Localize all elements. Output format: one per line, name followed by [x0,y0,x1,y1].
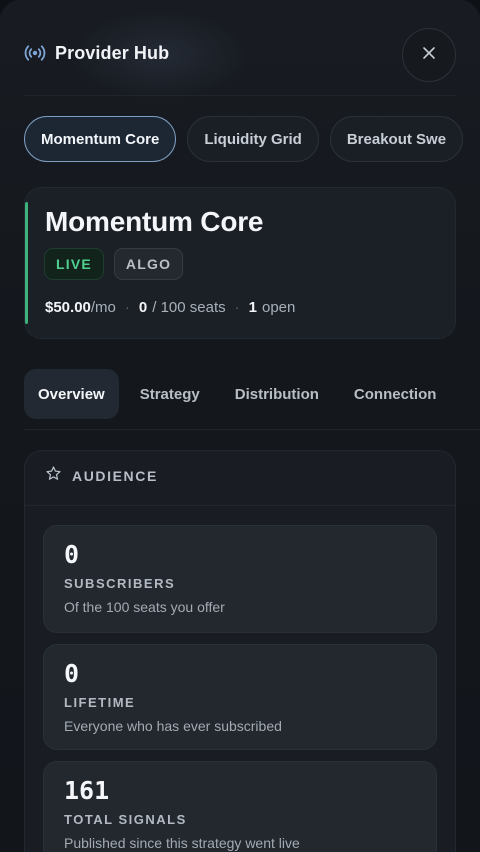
tab-overview[interactable]: Overview [24,369,119,419]
open-label: open [261,299,296,316]
stat-name: SUBSCRIBERS [64,576,176,591]
provider-pill-row: Momentum Core Liquidity Grid Breakout Sw… [24,116,480,162]
broadcast-signal-icon [24,42,46,64]
close-icon [422,46,436,65]
page-title: Provider Hub [55,42,170,63]
stat-description: Everyone who has ever subscribed [64,718,282,734]
tab-bar: Overview Strategy Distribution Connectio… [24,360,480,430]
stat-value: 0 [64,659,80,688]
provider-summary-card: Momentum Core LIVE ALGO $50.00 /mo · 0 /… [24,187,456,339]
stat-description: Of the 100 seats you offer [64,599,225,615]
price-unit: /mo [90,299,116,316]
stat-value: 0 [64,540,80,569]
audience-header: AUDIENCE [45,466,158,486]
section-divider [25,505,455,506]
provider-pill-liquidity-grid[interactable]: Liquidity Grid [187,116,319,162]
provider-badges: LIVE ALGO [44,248,184,280]
stat-name: TOTAL SIGNALS [64,812,187,827]
stat-card-subscribers: 0 SUBSCRIBERS Of the 100 seats you offer [43,525,437,633]
seats-total: / 100 seats [152,299,226,316]
stat-name: LIFETIME [64,695,136,710]
provider-pill-breakout[interactable]: Breakout Swe [329,116,464,162]
provider-stats-line: $50.00 /mo · 0 / 100 seats · 1 open [45,299,295,316]
header-divider [24,95,456,96]
price-value: $50.00 [45,299,91,316]
provider-hub-sheet: Provider Hub Momentum Core Liquidity Gri… [0,0,480,852]
star-icon [45,465,62,487]
tab-distribution[interactable]: Distribution [221,369,333,419]
status-badge: LIVE [44,248,104,280]
audience-section: AUDIENCE 0 SUBSCRIBERS Of the 100 seats … [24,450,456,852]
header: Provider Hub [24,28,456,82]
separator-dot: · [234,299,240,316]
stat-value: 161 [64,776,110,805]
type-badge: ALGO [113,248,184,280]
seats-used: 0 [138,299,148,316]
close-button[interactable] [402,28,456,82]
stat-card-total-signals: 161 TOTAL SIGNALS Published since this s… [43,761,437,852]
open-count: 1 [248,299,257,316]
stat-description: Published since this strategy went live [64,835,300,851]
provider-pill-momentum-core[interactable]: Momentum Core [24,116,177,162]
section-title: AUDIENCE [72,468,158,484]
tab-connection[interactable]: Connection [340,369,451,419]
separator-dot: · [124,299,130,316]
tab-strategy[interactable]: Strategy [126,369,214,419]
stat-card-lifetime: 0 LIFETIME Everyone who has ever subscri… [43,644,437,750]
provider-name: Momentum Core [45,206,264,237]
